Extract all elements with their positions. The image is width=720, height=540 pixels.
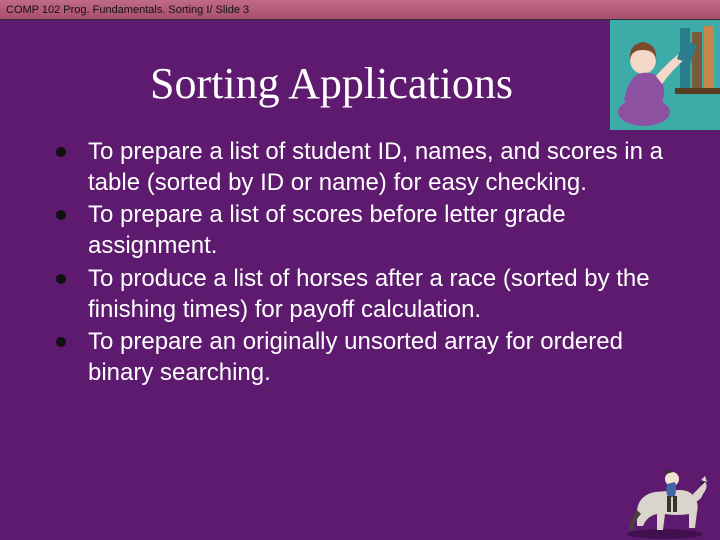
bullet-item: To produce a list of horses after a race… (50, 264, 680, 325)
bullet-text: To produce a list of horses after a race… (88, 265, 650, 323)
bullet-text: To prepare a list of scores before lette… (88, 201, 566, 259)
bullet-item: To prepare a list of scores before lette… (50, 200, 680, 261)
bullet-text: To prepare an originally unsorted array … (88, 328, 623, 386)
bullet-item: To prepare a list of student ID, names, … (50, 137, 680, 198)
bullet-text: To prepare a list of student ID, names, … (88, 138, 663, 196)
bullet-list: To prepare a list of student ID, names, … (50, 137, 680, 389)
header-bar: COMP 102 Prog. Fundamentals. Sorting I/ … (0, 0, 720, 20)
header-text: COMP 102 Prog. Fundamentals. Sorting I/ … (6, 4, 249, 16)
librarian-illustration (610, 20, 720, 130)
horse-illustration (617, 450, 712, 540)
bullet-item: To prepare an originally unsorted array … (50, 327, 680, 388)
content-area: To prepare a list of student ID, names, … (50, 137, 680, 389)
